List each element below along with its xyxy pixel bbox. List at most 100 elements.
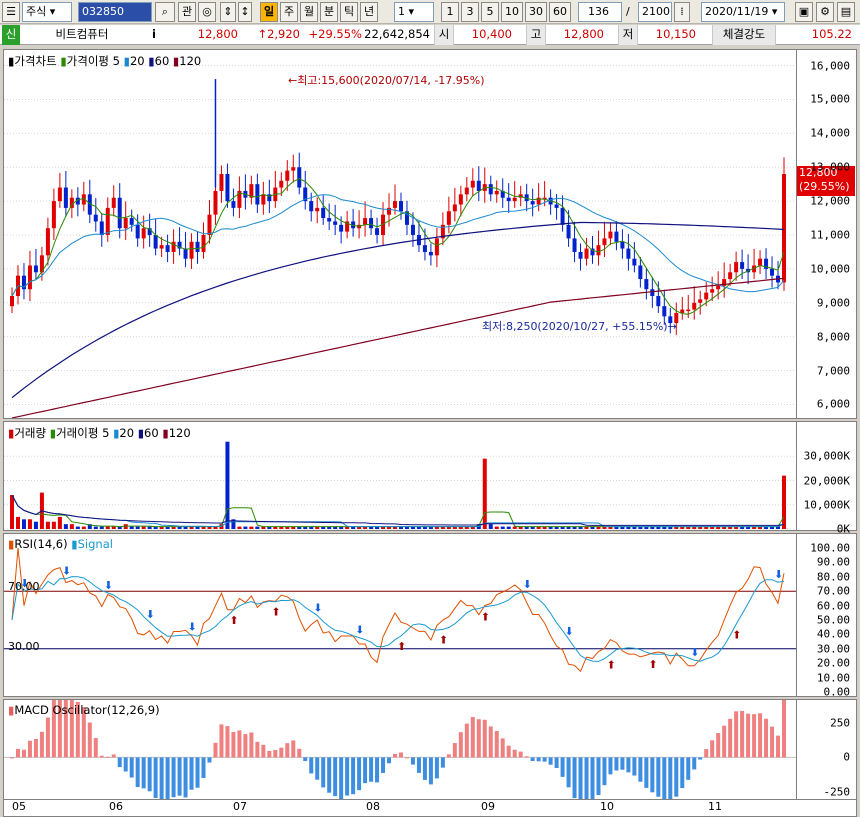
total-input[interactable]: 2100 [638, 2, 672, 22]
rsi-chart-pane[interactable]: ⬇ ⬇ ⬇ ⬇ ⬇ ⬆ ⬆ ⬇ ⬇ ⬆ ⬆ ⬆ ⬇ ⬇ ⬆ ⬆ ⬇ ⬆ ⬇ ▮RSI(14,6) ▮Signal 7… [3, 533, 797, 697]
period-month[interactable]: 월 [300, 2, 318, 22]
rsi-lower-label: 30.00 [8, 640, 40, 653]
x-tick-label: 05 [12, 800, 26, 813]
updown-icon[interactable]: ⇕ [220, 2, 236, 22]
volume-bar [10, 495, 14, 529]
candle-body [375, 228, 380, 235]
grid-icon[interactable]: ⁞ [674, 2, 690, 22]
candle-body [662, 306, 667, 317]
macd-bar [476, 719, 481, 758]
y-tick-label: 80.00 [816, 570, 850, 584]
candle-body [596, 245, 601, 256]
interval-10[interactable]: 10 [501, 2, 523, 22]
candle-body [315, 207, 320, 212]
legend-vol-ma60: 60 [144, 426, 159, 440]
volume-bar [69, 524, 74, 529]
macd-bar [614, 757, 619, 771]
interval-select[interactable]: 1 ▾ [394, 2, 434, 22]
macd-bar [309, 757, 314, 774]
y-tick-label: 20.00 [816, 656, 850, 670]
macd-bar [494, 731, 499, 758]
ma60-line [11, 221, 785, 399]
interval-60[interactable]: 60 [549, 2, 571, 22]
window-icon[interactable]: ▣ [795, 2, 813, 22]
period-week[interactable]: 주 [280, 2, 298, 22]
volume-bar [33, 521, 38, 529]
save-icon[interactable]: ▤ [837, 2, 855, 22]
candle-body [716, 285, 721, 290]
macd-bar [542, 757, 547, 762]
macd-bar [231, 732, 236, 758]
volume-legend: ▮거래량 ▮거래이평 5 ▮20 ▮60 ▮120 [8, 426, 191, 440]
stock-code-input[interactable]: 032850 [78, 2, 152, 22]
macd-bar [560, 757, 565, 777]
count-input[interactable]: 136 [578, 2, 622, 22]
macd-bar [159, 757, 164, 799]
sell-arrow-icon: ⬇ [188, 621, 197, 634]
y-tick-label: 50.00 [816, 613, 850, 627]
macd-bar [87, 722, 92, 758]
y-tick-label: -250 [823, 785, 851, 799]
magnifier-icon[interactable]: ⌕ [155, 2, 175, 22]
legend-title: 가격차트 [14, 54, 57, 68]
interval-1[interactable]: 1 [441, 2, 459, 22]
settings-icon[interactable]: ⚙ [816, 2, 834, 22]
candle-body [93, 214, 98, 222]
period-year[interactable]: 년 [360, 2, 378, 22]
macd-bar [698, 757, 703, 760]
interval-30[interactable]: 30 [525, 2, 547, 22]
macd-bar [530, 757, 535, 762]
candle-body [195, 241, 200, 252]
y-tick-label: 10.00 [816, 671, 850, 685]
price-chart-pane[interactable]: ▮가격차트 ▮가격이평 5 ▮20 ▮60 ▮120 ←최고:15,600(20… [3, 49, 797, 419]
current-price: 12,800 [197, 27, 238, 41]
candle-body [339, 224, 344, 232]
legend-ma60: 60 [154, 54, 170, 68]
macd-bar [147, 757, 152, 792]
period-tick[interactable]: 틱 [340, 2, 358, 22]
macd-chart-pane[interactable]: ▮MACD Oscillator(12,26,9) [3, 699, 797, 800]
macd-bar [554, 757, 559, 769]
candle-body [225, 174, 230, 202]
macd-bar [566, 757, 571, 788]
trade-volume: 22,642,854 [364, 27, 430, 41]
y-tick-label: 13,000 [810, 160, 850, 174]
stepper-icon[interactable]: ↕ [238, 2, 252, 22]
volume-bar [255, 526, 260, 529]
candle-body [566, 224, 571, 239]
volume-chart-pane[interactable]: ▮거래량 ▮거래이평 5 ▮20 ▮60 ▮120 [3, 421, 797, 531]
macd-bar [596, 757, 601, 796]
price-change: ↑2,920 [257, 27, 300, 41]
volume-bar [500, 526, 505, 529]
period-day[interactable]: 일 [260, 2, 278, 22]
buy-arrow-icon: ⬆ [732, 628, 741, 641]
period-minute[interactable]: 분 [320, 2, 338, 22]
interval-5[interactable]: 5 [481, 2, 499, 22]
date-select[interactable]: 2020/11/19 ▾ [701, 2, 785, 22]
menu-icon[interactable]: ☰ [2, 2, 20, 22]
legend-vol-ma120: 120 [168, 426, 191, 440]
legend-vol-ma: 거래이평 [56, 426, 99, 440]
stock-info-icon[interactable]: i [146, 25, 162, 45]
buy-arrow-icon: ⬆ [481, 611, 490, 624]
legend-ma120: 120 [179, 54, 202, 68]
volume-bar [81, 526, 86, 529]
sync-icon[interactable]: ◎ [198, 2, 216, 22]
candle-body [506, 197, 511, 202]
buy-arrow-icon: ⬆ [606, 658, 615, 671]
low-label: 저 [618, 25, 638, 45]
candle-body [141, 228, 146, 239]
macd-bar [387, 757, 392, 764]
macd-bar [488, 726, 493, 758]
interval-3[interactable]: 3 [461, 2, 479, 22]
macd-bar [153, 757, 158, 798]
ma5-line [11, 178, 785, 315]
macd-bar [410, 757, 415, 765]
macd-bar [674, 757, 679, 797]
y-tick-label: 15,000 [810, 92, 850, 106]
y-tick-label: 20,000K [803, 474, 850, 487]
volume-bar [75, 526, 80, 529]
market-select[interactable]: 주식 ▾ [22, 2, 72, 22]
gwan-button[interactable]: 관 [178, 2, 196, 22]
candle-body [333, 221, 338, 225]
